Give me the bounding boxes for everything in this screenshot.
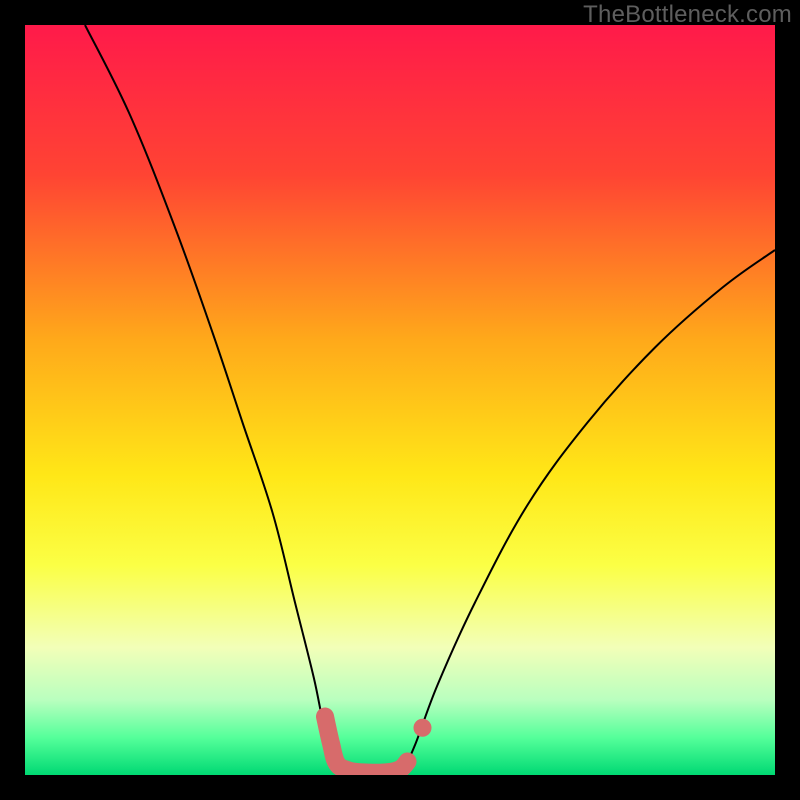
highlight-point [414, 719, 432, 737]
bottleneck-plot [25, 25, 775, 775]
gradient-background [25, 25, 775, 775]
watermark-text: TheBottleneck.com [583, 1, 792, 29]
